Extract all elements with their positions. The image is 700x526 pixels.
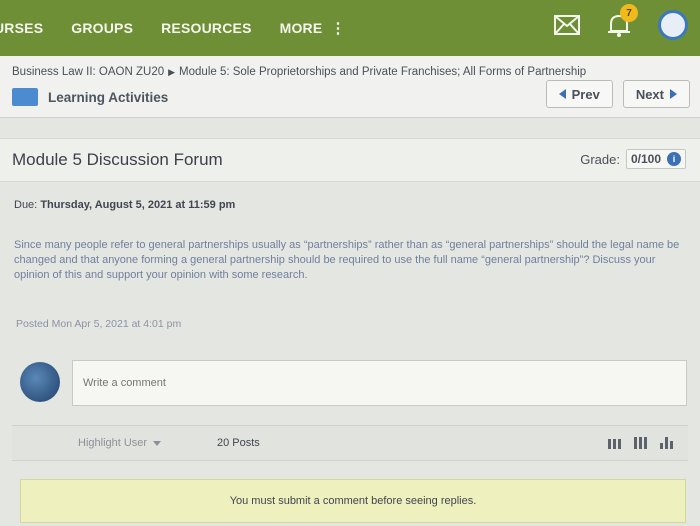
next-label: Next xyxy=(635,86,664,102)
view-threaded-icon[interactable] xyxy=(660,435,674,449)
more-dots-icon: ⋮ xyxy=(330,20,346,37)
highlight-user-dropdown[interactable]: Highlight User xyxy=(78,437,162,449)
due-date-value: Thursday, August 5, 2021 at 11:59 pm xyxy=(40,199,236,211)
posted-timestamp: Posted Mon Apr 5, 2021 at 4:01 pm xyxy=(16,318,182,330)
nav-resources[interactable]: RESOURCES xyxy=(161,20,251,36)
posts-toolbar: Highlight User 20 Posts xyxy=(12,425,688,461)
posts-count: 20 Posts xyxy=(217,437,260,449)
discussion-prompt: Since many people refer to general partn… xyxy=(14,239,680,281)
section-title: Learning Activities xyxy=(48,89,169,105)
breadcrumb: Business Law II: OAON ZU20 ▶ Module 5: Sol… xyxy=(12,66,586,78)
forum-header: Module 5 Discussion Forum Grade: 0/100 i xyxy=(0,138,700,182)
comment-input[interactable] xyxy=(72,360,687,406)
nav-right-tools: 7 xyxy=(554,4,688,40)
avatar xyxy=(20,362,60,402)
notification-count-badge: 7 xyxy=(620,4,638,22)
prev-button[interactable]: Prev xyxy=(545,80,613,108)
highlight-user-label: Highlight User xyxy=(78,437,148,449)
pager: Prev Next xyxy=(545,80,690,108)
bell-icon[interactable]: 7 xyxy=(604,4,638,40)
due-label: Due: xyxy=(14,199,38,211)
breadcrumb-course-link[interactable]: Business Law II: OAON ZU20 xyxy=(12,66,164,78)
section-heading: Learning Activities xyxy=(12,88,168,106)
nav-courses[interactable]: URSES xyxy=(0,20,43,36)
info-icon[interactable]: i xyxy=(667,152,681,166)
folder-icon xyxy=(12,88,38,106)
breadcrumb-module-link[interactable]: Module 5: Sole Proprietorships and Priva… xyxy=(179,66,586,78)
arrow-left-icon xyxy=(558,89,566,99)
grade-display: Grade: 0/100 i xyxy=(580,149,686,169)
next-button[interactable]: Next xyxy=(622,80,690,108)
grade-box: 0/100 i xyxy=(625,149,686,169)
view-compact-icon[interactable] xyxy=(608,435,622,449)
top-nav-bar: URSES GROUPS RESOURCES MORE ⋮ 7 xyxy=(0,0,700,56)
chevron-down-icon xyxy=(153,440,162,446)
page-title: Module 5 Discussion Forum xyxy=(12,150,223,169)
prev-label: Prev xyxy=(571,86,600,102)
breadcrumb-bar: Business Law II: OAON ZU20 ▶ Module 5: Sol… xyxy=(0,56,700,118)
envelope-icon[interactable] xyxy=(554,15,580,35)
nav-groups[interactable]: GROUPS xyxy=(71,20,133,36)
grade-value: 0/100 xyxy=(630,152,661,166)
replies-locked-notice: You must submit a comment before seeing … xyxy=(20,479,686,523)
due-date: Due: Thursday, August 5, 2021 at 11:59 p… xyxy=(14,199,235,211)
arrow-right-icon xyxy=(670,89,677,99)
nav-more[interactable]: MORE ⋮ xyxy=(280,19,346,37)
user-avatar[interactable] xyxy=(658,10,688,40)
view-list-icon[interactable] xyxy=(634,435,648,449)
grade-label: Grade: xyxy=(580,151,620,167)
breadcrumb-separator-icon: ▶ xyxy=(168,67,176,77)
view-options xyxy=(608,435,674,449)
nav-more-label: MORE xyxy=(279,20,323,36)
